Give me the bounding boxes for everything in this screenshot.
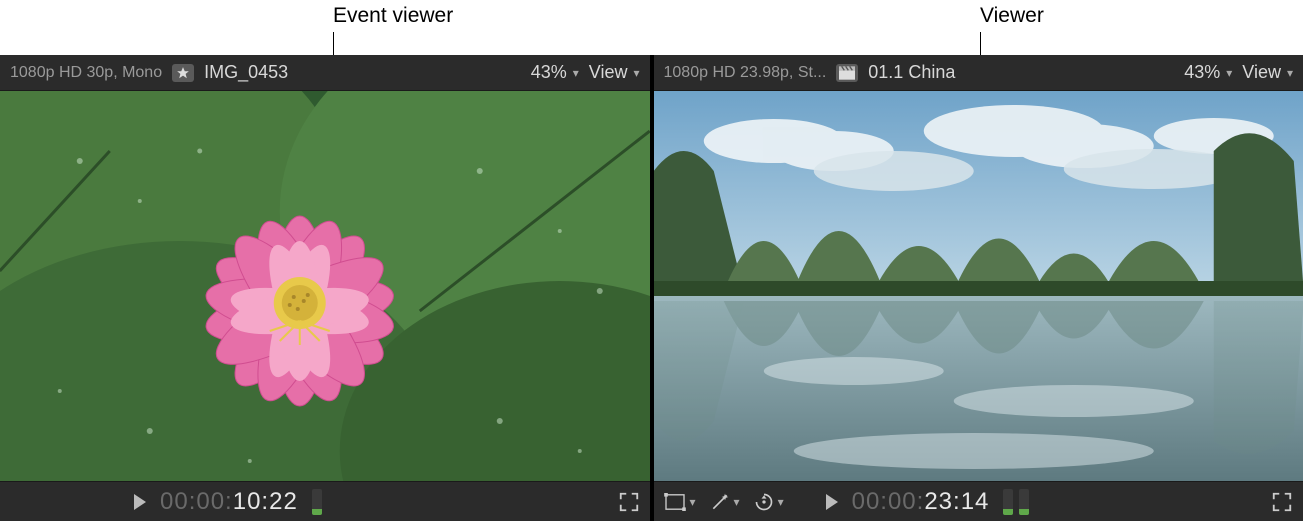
retime-tool-dropdown[interactable]: ▾ xyxy=(754,492,784,512)
timecode-bright: 10:22 xyxy=(233,488,298,516)
zoom-dropdown[interactable]: 43% ▾ xyxy=(1184,62,1232,83)
timecode-dim: 00:00: xyxy=(852,488,925,516)
view-label: View xyxy=(1242,62,1281,83)
transform-tool-dropdown[interactable]: ▾ xyxy=(664,493,696,511)
clapperboard-icon xyxy=(836,64,858,82)
clip-name: IMG_0453 xyxy=(204,62,288,83)
timecode-display[interactable]: 00:00:10:22 xyxy=(160,488,298,516)
viewer-canvas[interactable] xyxy=(654,91,1303,481)
audio-meter xyxy=(312,489,322,515)
chevron-down-icon: ▾ xyxy=(734,495,740,509)
format-label: 1080p HD 30p, Mono xyxy=(10,64,162,82)
timecode-dim: 00:00: xyxy=(160,488,233,516)
fullscreen-button[interactable] xyxy=(618,491,640,513)
view-dropdown[interactable]: View ▾ xyxy=(589,62,640,83)
chevron-down-icon: ▾ xyxy=(1287,66,1293,80)
timecode-bright: 23:14 xyxy=(924,488,989,516)
viewer-toolbar: 1080p HD 23.98p, St... 01.1 China 43% ▾ … xyxy=(654,55,1303,91)
event-viewer-bottombar: 00:00:10:22 xyxy=(0,481,650,521)
format-label: 1080p HD 23.98p, St... xyxy=(664,64,827,82)
play-button[interactable] xyxy=(134,494,146,510)
view-label: View xyxy=(589,62,628,83)
zoom-dropdown[interactable]: 43% ▾ xyxy=(531,62,579,83)
zoom-value: 43% xyxy=(531,62,567,83)
callout-viewer: Viewer xyxy=(980,4,1044,28)
chevron-down-icon: ▾ xyxy=(573,66,579,80)
chevron-down-icon: ▾ xyxy=(778,495,784,509)
viewer-panel: 1080p HD 23.98p, St... 01.1 China 43% ▾ … xyxy=(654,55,1303,521)
chevron-down-icon: ▾ xyxy=(1226,66,1232,80)
event-viewer-toolbar: 1080p HD 30p, Mono IMG_0453 43% ▾ View ▾ xyxy=(0,55,650,91)
play-button[interactable] xyxy=(826,494,838,510)
callout-event-viewer: Event viewer xyxy=(333,4,453,28)
favorite-clip-icon xyxy=(172,64,194,82)
view-dropdown[interactable]: View ▾ xyxy=(1242,62,1293,83)
callout-line xyxy=(980,32,981,55)
callout-label: Viewer xyxy=(980,4,1044,27)
event-viewer-canvas[interactable] xyxy=(0,91,650,481)
annotation-callouts: Event viewer Viewer xyxy=(0,0,1303,55)
audio-meter-right xyxy=(1019,489,1029,515)
chevron-down-icon: ▾ xyxy=(690,495,696,509)
callout-label: Event viewer xyxy=(333,4,453,27)
timecode-display[interactable]: 00:00:23:14 xyxy=(852,488,990,516)
enhancement-tool-dropdown[interactable]: ▾ xyxy=(710,492,740,512)
zoom-value: 43% xyxy=(1184,62,1220,83)
chevron-down-icon: ▾ xyxy=(633,66,639,80)
fullscreen-button[interactable] xyxy=(1271,491,1293,513)
audio-meter-left xyxy=(1003,489,1013,515)
clip-name: 01.1 China xyxy=(868,62,955,83)
event-viewer-panel: 1080p HD 30p, Mono IMG_0453 43% ▾ View ▾ xyxy=(0,55,650,521)
callout-line xyxy=(333,32,334,55)
viewer-bottombar: ▾ ▾ ▾ 00:00:23:14 xyxy=(654,481,1303,521)
viewer-panels: 1080p HD 30p, Mono IMG_0453 43% ▾ View ▾ xyxy=(0,55,1303,521)
